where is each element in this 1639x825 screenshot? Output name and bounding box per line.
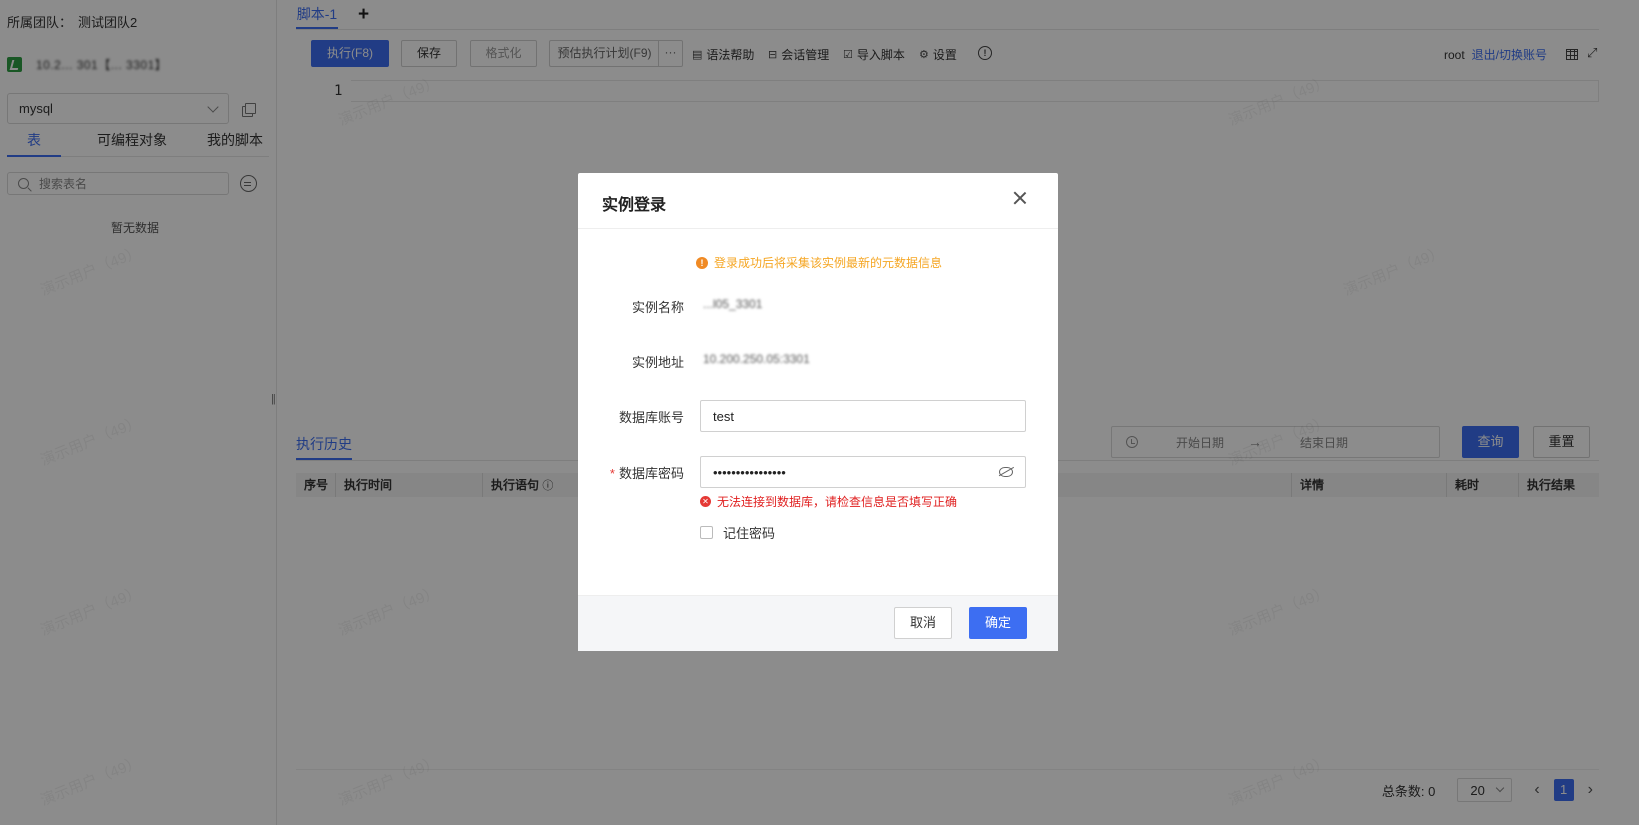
eye-slash-icon[interactable] [999, 467, 1013, 477]
required-mark: * [609, 466, 615, 481]
error-text: 无法连接到数据库，请检查信息是否填写正确 [717, 495, 958, 509]
db-password-label: * 数据库密码 [578, 463, 684, 482]
dialog-title: 实例登录 [602, 197, 667, 214]
instance-name-value: ...l05_3301 [703, 297, 763, 311]
dialog-header: 实例登录 [578, 173, 1058, 229]
remember-password-label: 记住密码 [723, 526, 776, 541]
instance-login-dialog: 实例登录 ! 登录成功后将采集该实例最新的元数据信息 实例名称 ...l05_3… [578, 173, 1058, 651]
instance-address-label: 实例地址 [631, 355, 684, 370]
db-account-input[interactable] [713, 408, 993, 424]
notice-text: 登录成功后将采集该实例最新的元数据信息 [714, 256, 943, 270]
remember-password-checkbox[interactable] [700, 526, 713, 539]
db-password-input[interactable]: •••••••••••••••• [713, 465, 786, 480]
close-icon[interactable] [1012, 190, 1028, 206]
db-password-label-text: 数据库密码 [618, 466, 684, 481]
metadata-notice: ! 登录成功后将采集该实例最新的元数据信息 [696, 254, 942, 271]
cancel-button[interactable]: 取消 [894, 607, 952, 639]
confirm-button[interactable]: 确定 [969, 607, 1027, 639]
remember-password[interactable]: 记住密码 [700, 523, 775, 542]
db-password-field[interactable]: •••••••••••••••• [700, 456, 1026, 488]
db-account-field[interactable] [700, 400, 1026, 432]
db-account-label: 数据库账号 [618, 410, 684, 425]
instance-address-value: 10.200.250.05:3301 [703, 352, 810, 366]
error-icon: ✕ [700, 496, 711, 507]
instance-name-label: 实例名称 [631, 300, 684, 315]
warning-icon: ! [696, 256, 708, 269]
connection-error: ✕ 无法连接到数据库，请检查信息是否填写正确 [700, 493, 957, 510]
dialog-footer: 取消 确定 [578, 595, 1058, 651]
